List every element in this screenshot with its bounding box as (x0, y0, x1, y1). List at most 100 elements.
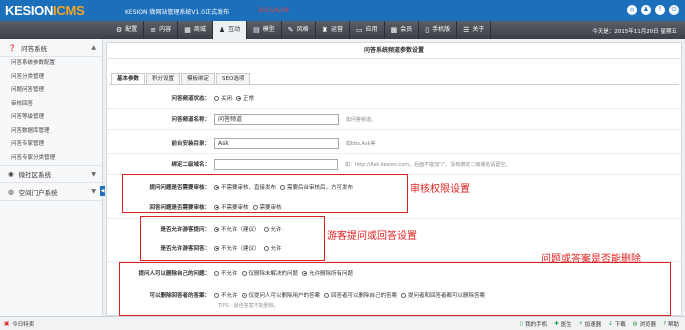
nav-tab-4[interactable]: ▤ 模型 (247, 21, 282, 39)
nav-tab-icon: ▤ (253, 26, 260, 34)
nav-tab-label: 风格 (296, 26, 309, 33)
status-option-label: 关闭 (221, 96, 233, 102)
bottom-item-1[interactable]: ✚ 医生 (554, 320, 572, 328)
subtab-1[interactable]: 积分设置 (146, 73, 181, 84)
nav-tab-5[interactable]: ✎ 风格 (282, 21, 316, 39)
annotation-box-delete (119, 262, 671, 316)
nav-tab-icon: ≡ (150, 26, 157, 34)
nav-tab-9[interactable]: ▯ 手机版 (419, 21, 458, 39)
bottom-item-icon: ↓ (608, 321, 613, 327)
bottom-item-icon: ✚ (554, 321, 559, 327)
page-title: 问答系统频道参数设置 (107, 43, 681, 59)
nav-tab-icon: ▦ (184, 26, 191, 34)
user-icon[interactable]: ♟ (641, 5, 651, 15)
bottom-item-icon: ◍ (632, 321, 638, 327)
install-dir-input[interactable]: Ask (214, 137, 339, 149)
bottom-item-label: 加速器 (584, 322, 602, 328)
sidebar: ❓ 问答系统 ▲ 问答系统参数配置 问答分类管理 问题问答管理 审核回答 问答等级管理 问答数… (0, 39, 103, 316)
row-install-dir: 前台安装目录： Ask 如bbs,Ask等 (171, 137, 376, 149)
header-icons: ⌂ ♟ ? ⏻ (627, 5, 679, 15)
channel-name-input[interactable]: 问答频道 (214, 113, 339, 125)
bottom-item-label: 浏览器 (639, 322, 657, 328)
bottom-item-3[interactable]: ↓ 下载 (608, 320, 626, 328)
chevron-down-icon: ▼ (91, 188, 96, 195)
version-date: 2015/4/28 (258, 7, 289, 14)
bottom-item-0[interactable]: ▯ 我的手机 (520, 320, 547, 328)
home-icon[interactable]: ⌂ (627, 5, 637, 15)
annotation-box-audit (122, 174, 408, 213)
nav-tab-6[interactable]: ♜ 运营 (316, 21, 350, 39)
sidebar-item-5[interactable]: 问答数据库管理 (0, 125, 102, 139)
kesion-logo: KESIONICMS (5, 3, 85, 18)
bottom-item-label: 医生 (560, 322, 572, 328)
sidebar-group-qa[interactable]: ❓ 问答系统 ▲ (0, 39, 102, 57)
status-radio-0[interactable] (214, 95, 219, 101)
bottom-item-2[interactable]: ⚡ 加速器 (579, 320, 601, 328)
nav-tab-icon: ☰ (463, 26, 470, 34)
status-radio-1[interactable] (236, 95, 242, 101)
help-icon[interactable]: ? (655, 5, 665, 15)
nav-tab-label: 应用 (365, 26, 378, 33)
nav-tab-2[interactable]: ▦ 商城 (178, 21, 213, 39)
divider (107, 153, 681, 154)
nav-tab-icon: ♜ (321, 26, 328, 34)
top-header-bar: KESIONICMS KESION 微网站管理系统V1.0正式发布 2015/4… (0, 0, 685, 21)
tab-divider (109, 84, 679, 85)
version-banner: KESION 微网站管理系统V1.0正式发布 (125, 9, 230, 16)
bottom-item-icon: ▯ (520, 321, 524, 327)
nav-tab-icon: ✎ (287, 26, 294, 34)
nav-tab-icon: ♟ (218, 26, 226, 34)
annotation-text-delete: 问题或答案是否能删除 (541, 254, 641, 265)
bottom-item-label: 帮助 (667, 322, 679, 328)
nav-tab-label: 内容 (159, 26, 172, 33)
eye-icon: ◉ (8, 170, 14, 178)
nav-tab-8[interactable]: ▩ 会员 (385, 21, 420, 39)
bag-icon: ▣ (4, 321, 10, 327)
sidebar-item-6[interactable]: 问答专家管理 (0, 138, 102, 152)
nav-tab-label: 模型 (262, 26, 275, 33)
nav-tab-label: 运营 (330, 26, 343, 33)
nav-tab-10[interactable]: ☰ 关于 (457, 21, 492, 39)
divider (107, 129, 681, 130)
bottom-status-bar: ▣ 今日特卖 ▯ 我的手机 ✚ 医生 ⚡ 加速器 ↓ 下载 ◍ 浏览器? 帮助 (0, 316, 685, 330)
sidebar-item-2[interactable]: 问题问答管理 (0, 84, 102, 98)
sidebar-item-3[interactable]: 审核回答 (0, 98, 102, 112)
subtab-2[interactable]: 模板绑定 (181, 73, 216, 84)
annotation-text-audit: 审核权限设置 (410, 184, 470, 195)
row-status: 问答频道状态： 关闭 正常 (171, 95, 255, 102)
nav-tab-7[interactable]: ▭ 应用 (350, 21, 385, 39)
subtab-0[interactable]: 基本参数 (111, 73, 146, 84)
nav-tab-label: 关于 (472, 26, 485, 33)
annotation-box-guest (140, 216, 325, 261)
sidebar-item-0[interactable]: 问答系统参数配置 (0, 57, 102, 71)
sidebar-collapse-handle[interactable]: ◀ (100, 186, 105, 196)
nav-tab-1[interactable]: ≡ 内容 (144, 21, 179, 39)
globe-icon: ◍ (8, 187, 14, 196)
sidebar-group-space[interactable]: ◍ 空间门户系统 ▼ (0, 183, 102, 201)
sidebar-item-4[interactable]: 问答等级管理 (0, 111, 102, 125)
domain-input[interactable] (214, 158, 338, 170)
logout-icon[interactable]: ⏻ (669, 5, 679, 15)
sidebar-item-7[interactable]: 问答专家分类管理 (0, 152, 102, 166)
bottom-item-4[interactable]: ◍ 浏览器 (633, 320, 656, 328)
chevron-down-icon: ▼ (91, 171, 96, 178)
nav-tab-label: 会员 (400, 26, 413, 33)
row-channel-name: 问答频道名称： 问答频道 如问答频道。 (171, 113, 377, 125)
main-nav-bar: ⚙ 配置 ≡ 内容 ▦ 商城 ♟ 互动 ▤ 模型 ✎ 风格 ♜ 运营 ▭ 应用 ▩ 会员 ▯ 手机版 ☰ 关于 今天是：2… (0, 21, 685, 39)
bottom-item-icon: ? (663, 321, 666, 327)
subtab-3[interactable]: SEO选项 (216, 73, 251, 84)
nav-tab-0[interactable]: ⚙ 配置 (110, 21, 145, 39)
question-icon: ❓ (8, 43, 17, 52)
today-sale[interactable]: ▣ 今日特卖 (4, 320, 34, 328)
sidebar-group-community[interactable]: ◉ 微社区系统 ▼ (0, 165, 102, 183)
nav-tab-icon: ▯ (425, 26, 430, 34)
sidebar-item-1[interactable]: 问答分类管理 (0, 71, 102, 85)
nav-tab-3[interactable]: ♟ 互动 (212, 21, 248, 39)
bottom-item-5[interactable]: ? 帮助 (663, 320, 679, 328)
status-option-label: 正常 (243, 96, 255, 102)
nav-tab-icon: ▩ (390, 26, 398, 34)
divider (107, 108, 681, 109)
bottom-item-label: 下载 (614, 322, 626, 328)
nav-tab-label: 商城 (193, 26, 206, 33)
bottom-item-icon: ⚡ (578, 321, 583, 327)
